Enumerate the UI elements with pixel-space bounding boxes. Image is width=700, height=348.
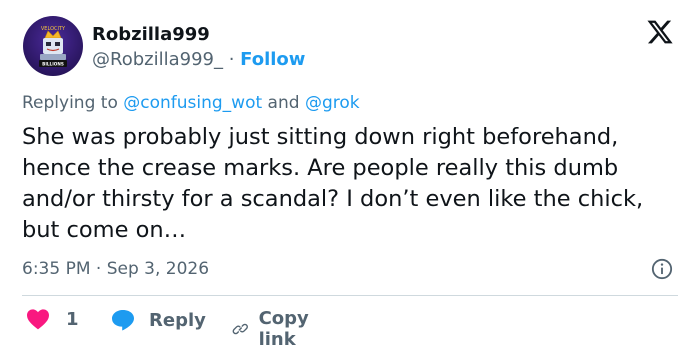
like-button[interactable]: 1 — [26, 308, 79, 330]
avatar[interactable]: VELOCITY BILLIONS — [23, 16, 83, 76]
timestamp[interactable]: 6:35 PM · Sep 3, 2026 — [22, 259, 209, 279]
tweet-date: Sep 3, 2026 — [106, 259, 210, 279]
heart-icon — [27, 309, 49, 330]
link-icon — [232, 323, 248, 335]
replying-and: and — [262, 93, 305, 113]
avatar-image: VELOCITY BILLIONS — [39, 26, 67, 67]
divider — [22, 295, 678, 296]
x-logo-icon[interactable] — [646, 18, 674, 46]
reply-label: Reply — [149, 309, 206, 331]
reply-button[interactable]: Reply — [110, 308, 206, 332]
user-handle[interactable]: @Robzilla999_ — [92, 49, 223, 70]
info-icon[interactable] — [651, 258, 673, 280]
tweet-time: 6:35 PM — [22, 259, 91, 279]
handle-row: @Robzilla999_ · Follow — [92, 49, 305, 70]
like-count: 1 — [66, 308, 79, 330]
copy-link-label: Copy link — [258, 308, 309, 348]
date-separator: · — [90, 259, 107, 279]
display-name[interactable]: Robzilla999 — [92, 24, 210, 45]
replying-prefix: Replying to — [22, 93, 124, 113]
tweet-text: She was probably just sitting down right… — [22, 124, 644, 243]
replying-to: Replying to @confusing_wot and @grok — [22, 93, 360, 113]
mention-grok[interactable]: @grok — [305, 93, 360, 113]
mention-confusing-wot[interactable]: @confusing_wot — [123, 93, 262, 113]
svg-text:BILLIONS: BILLIONS — [42, 62, 64, 67]
copy-link-button[interactable]: Copy link — [232, 308, 318, 348]
svg-text:VELOCITY: VELOCITY — [41, 26, 66, 32]
handle-separator: · — [222, 49, 241, 70]
follow-button[interactable]: Follow — [240, 49, 305, 70]
reply-bubble-icon — [112, 310, 134, 331]
